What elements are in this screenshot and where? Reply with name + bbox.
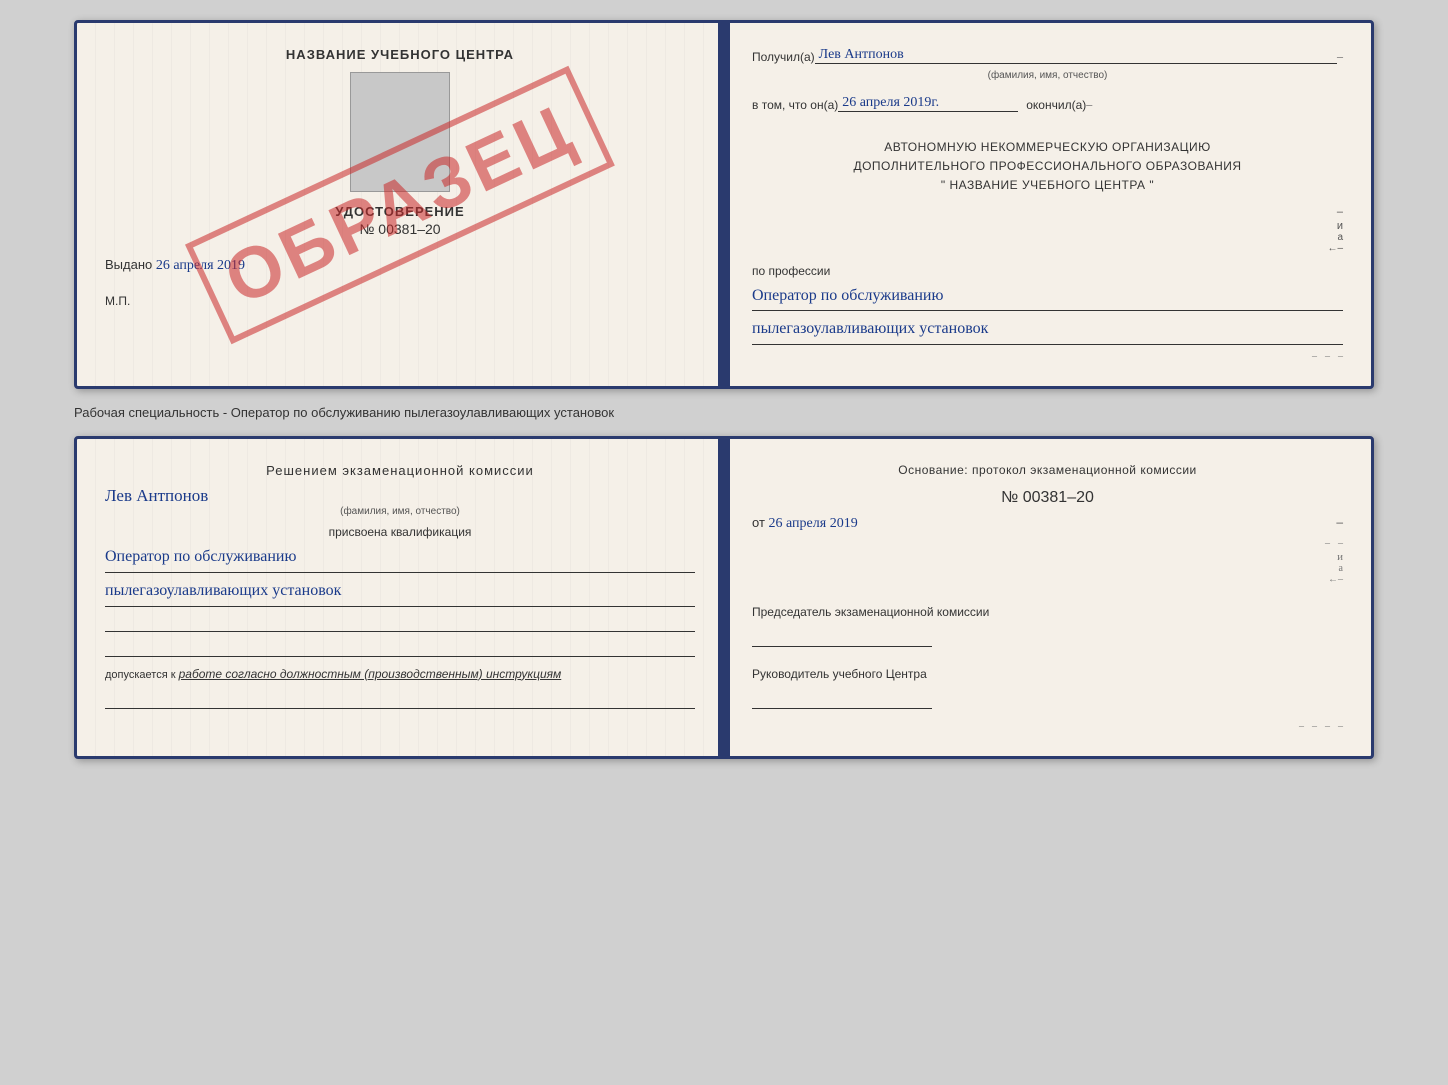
bottom-left-page: Решением экзаменационной комиссии Лев Ан… [77,439,724,756]
commission-chair-block: Председатель экзаменационной комиссии [752,603,1343,647]
org-line2: ДОПОЛНИТЕЛЬНОГО ПРОФЕССИОНАЛЬНОГО ОБРАЗО… [752,157,1343,176]
protocol-number: № 00381–20 [752,489,1343,507]
allowed-value: работе согласно должностным (производств… [179,667,562,681]
profession-prefix: по профессии [752,264,1343,278]
issued-line: Выдано 26 апреля 2019 [105,257,695,274]
commission-chair-title: Председатель экзаменационной комиссии [752,603,1343,621]
blank-line-3 [105,687,695,709]
recipient-name: Лев Антпонов [815,47,1337,64]
date-prefix: от [752,515,765,530]
cert-number: № 00381–20 [105,221,695,237]
date-value: 26 апреля 2019 [769,516,858,531]
blank-line-1 [105,610,695,632]
org-line1: АВТОНОМНУЮ НЕКОММЕРЧЕСКУЮ ОРГАНИЗАЦИЮ [752,138,1343,157]
issued-prefix: Выдано [105,257,152,272]
bottom-qual-line2: пылегазоулавливающих установок [105,577,695,607]
profession-line2: пылегазоулавливающих установок [752,315,1343,345]
mp-label: М.П. [105,294,695,308]
org-block: АВТОНОМНУЮ НЕКОММЕРЧЕСКУЮ ОРГАНИЗАЦИЮ ДО… [752,138,1343,196]
issued-date: 26 апреля 2019 [156,258,245,273]
decision-prefix: Решением экзаменационной комиссии [105,463,695,478]
recipient-row: Получил(а) Лев Антпонов – [752,47,1343,64]
commission-chair-sig-line [752,627,932,647]
bottom-fio-subtext: (фамилия, имя, отчество) [105,506,695,517]
bottom-document: Решением экзаменационной комиссии Лев Ан… [74,436,1374,759]
received-label: Получил(а) [752,50,815,64]
subtitle-bar: Рабочая специальность - Оператор по обсл… [74,401,1374,424]
bottom-recipient-name: Лев Антпонов [105,486,695,506]
top-left-title: НАЗВАНИЕ УЧЕБНОГО ЦЕНТРА [105,47,695,62]
org-line3: " НАЗВАНИЕ УЧЕБНОГО ЦЕНТРА " [752,176,1343,195]
photo-placeholder [350,72,450,192]
protocol-date: от 26 апреля 2019 – [752,515,1343,532]
certificate-container: НАЗВАНИЕ УЧЕБНОГО ЦЕНТРА УДОСТОВЕРЕНИЕ №… [74,20,1374,759]
allowed-text: допускается к работе согласно должностны… [105,667,695,681]
top-left-page: НАЗВАНИЕ УЧЕБНОГО ЦЕНТРА УДОСТОВЕРЕНИЕ №… [77,23,724,386]
book-spine [718,23,730,386]
cert-label: УДОСТОВЕРЕНИЕ [105,204,695,219]
assigned-label: присвоена квалификация [105,525,695,539]
in-that-prefix: в том, что он(а) [752,98,838,112]
education-head-title: Руководитель учебного Центра [752,665,1343,683]
bottom-book-spine [718,439,730,756]
education-head-sig-line [752,689,932,709]
completion-row: в том, что он(а) 26 апреля 2019г. окончи… [752,95,1343,112]
bottom-qual-line1: Оператор по обслуживанию [105,543,695,573]
education-head-block: Руководитель учебного Центра [752,665,1343,709]
fio-subtext: (фамилия, имя, отчество) [752,70,1343,81]
basis-label: Основание: протокол экзаменационной коми… [752,463,1343,477]
top-right-page: Получил(а) Лев Антпонов – (фамилия, имя,… [724,23,1371,386]
top-document: НАЗВАНИЕ УЧЕБНОГО ЦЕНТРА УДОСТОВЕРЕНИЕ №… [74,20,1374,389]
blank-line-2 [105,635,695,657]
completion-date: 26 апреля 2019г. [838,95,1018,112]
profession-line1: Оператор по обслуживанию [752,282,1343,312]
bottom-right-page: Основание: протокол экзаменационной коми… [724,439,1371,756]
completed-label: окончил(а) [1026,98,1086,112]
allowed-prefix: допускается к [105,669,176,681]
